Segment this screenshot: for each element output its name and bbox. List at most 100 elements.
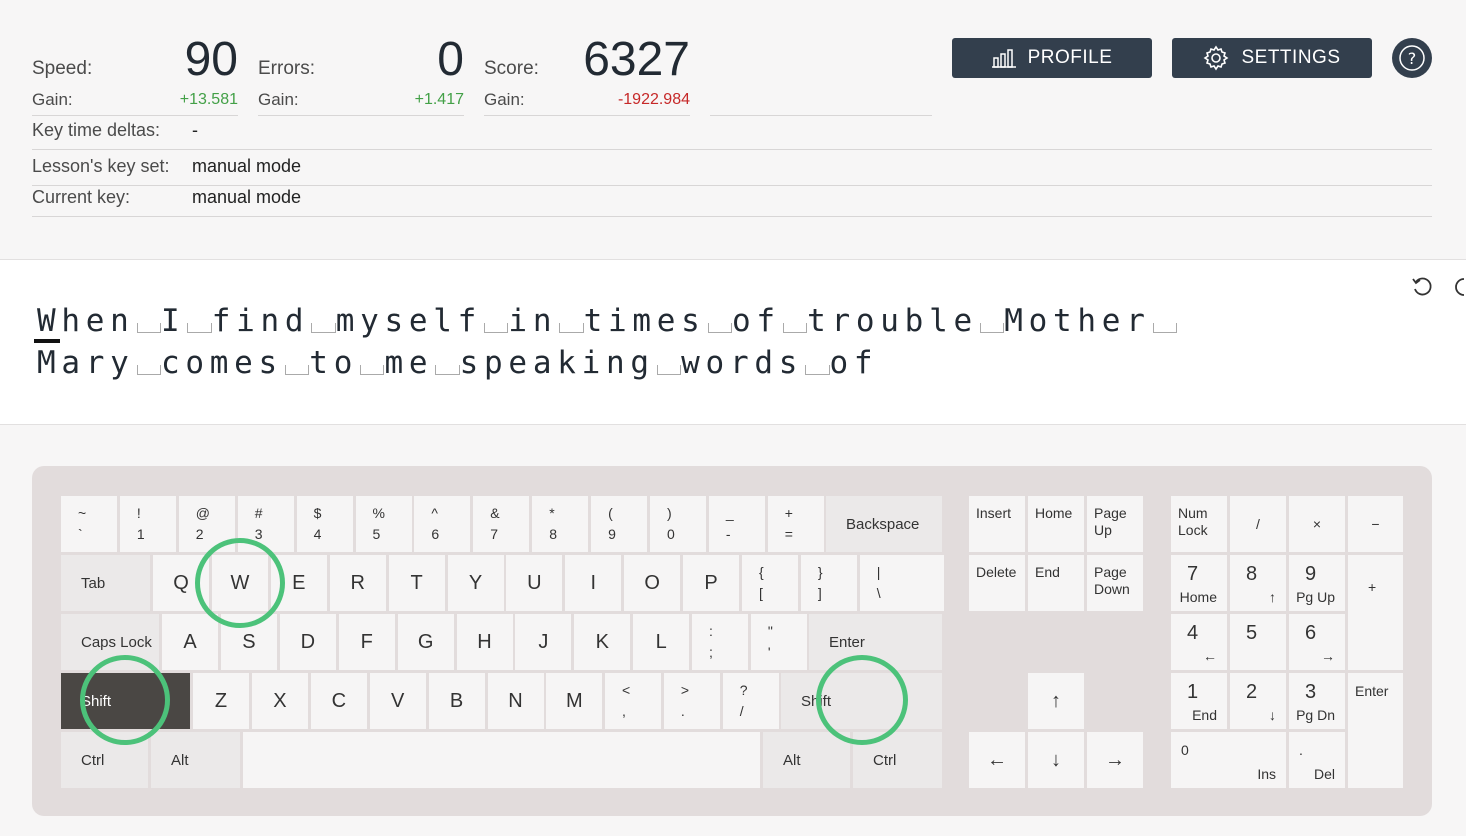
- key-enter[interactable]: Enter: [809, 614, 942, 670]
- key-'[interactable]: " ': [750, 614, 807, 670]
- key-5[interactable]: % 5: [355, 496, 412, 552]
- key-9[interactable]: (9: [591, 496, 648, 552]
- circle-icon[interactable]: [1452, 276, 1466, 298]
- key-r[interactable]: R: [329, 555, 386, 611]
- key-tab[interactable]: Tab: [61, 555, 150, 611]
- key-k[interactable]: K: [574, 614, 631, 670]
- key-home[interactable]: Home: [1028, 496, 1084, 552]
- key-arrow-left[interactable]: ←: [969, 732, 1025, 788]
- key-0[interactable]: ) 0: [650, 496, 706, 552]
- key-h[interactable]: H: [456, 614, 513, 670]
- key-num-7[interactable]: 7 Home: [1171, 555, 1227, 611]
- key-m[interactable]: M: [546, 673, 603, 729]
- key-right-ctrl[interactable]: Ctrl: [853, 732, 942, 788]
- key-num-2[interactable]: 2 ↓: [1230, 673, 1286, 729]
- key-w[interactable]: W: [211, 555, 268, 611]
- key-/[interactable]: ? /: [722, 673, 779, 729]
- key-,[interactable]: <,: [605, 673, 661, 729]
- key-p[interactable]: P: [683, 555, 740, 611]
- key-q[interactable]: Q: [153, 555, 209, 611]
- key-1[interactable]: ! 1: [119, 496, 176, 552]
- key-[[interactable]: {[: [742, 555, 798, 611]
- key-d[interactable]: D: [279, 614, 336, 670]
- key-num-enter[interactable]: Enter: [1348, 673, 1403, 788]
- key-num-5[interactable]: 5: [1230, 614, 1286, 670]
- space-marker: [782, 323, 808, 333]
- text-char: e: [85, 303, 105, 339]
- space-marker: [656, 365, 682, 375]
- key-e[interactable]: E: [270, 555, 327, 611]
- key-v[interactable]: V: [369, 673, 426, 729]
- key-j[interactable]: J: [515, 614, 572, 670]
- help-button[interactable]: ?: [1392, 38, 1432, 78]
- key-num-plus[interactable]: +: [1348, 555, 1403, 670]
- key-c[interactable]: C: [310, 673, 367, 729]
- key-x[interactable]: X: [251, 673, 308, 729]
- key-num-dot[interactable]: . Del: [1289, 732, 1345, 788]
- key-insert[interactable]: Insert: [969, 496, 1025, 552]
- key-num-multiply[interactable]: ×: [1289, 496, 1345, 552]
- key-i[interactable]: I: [565, 555, 622, 611]
- key-right-alt[interactable]: Alt: [763, 732, 850, 788]
- key-left-alt[interactable]: Alt: [151, 732, 240, 788]
- key-o[interactable]: O: [624, 555, 681, 611]
- key-arrow-down[interactable]: ↓: [1028, 732, 1084, 788]
- key-z[interactable]: Z: [193, 673, 249, 729]
- key-y[interactable]: Y: [447, 555, 504, 611]
- key-4[interactable]: $4: [296, 496, 353, 552]
- key-n[interactable]: N: [487, 673, 544, 729]
- key-f[interactable]: F: [338, 614, 395, 670]
- key-num-6[interactable]: 6 →: [1289, 614, 1345, 670]
- key-num-0[interactable]: 0 Ins: [1171, 732, 1286, 788]
- key-caps-lock[interactable]: Caps Lock: [61, 614, 159, 670]
- key-`[interactable]: ~ `: [61, 496, 117, 552]
- key-left-shift[interactable]: Shift: [61, 673, 190, 729]
- key-num-3[interactable]: 3 Pg Dn: [1289, 673, 1345, 729]
- key-num-8[interactable]: 8 ↑: [1230, 555, 1286, 611]
- key-arrow-up[interactable]: ↑: [1028, 673, 1084, 729]
- key-delete[interactable]: Delete: [969, 555, 1025, 611]
- profile-button[interactable]: PROFILE: [952, 38, 1152, 78]
- key-.[interactable]: >.: [663, 673, 720, 729]
- key-num-divide[interactable]: /: [1230, 496, 1286, 552]
- key-page-down[interactable]: Page Down: [1087, 555, 1143, 611]
- key-8[interactable]: * 8: [532, 496, 589, 552]
- key-page-up[interactable]: Page Up: [1087, 496, 1143, 552]
- key-7[interactable]: & 7: [473, 496, 530, 552]
- key-arrow-right[interactable]: →: [1087, 732, 1143, 788]
- key-=[interactable]: + =: [767, 496, 824, 552]
- key-a[interactable]: A: [162, 614, 218, 670]
- key-space[interactable]: [243, 732, 760, 788]
- key-num-1[interactable]: 1 End: [1171, 673, 1227, 729]
- key-2[interactable]: @2: [178, 496, 235, 552]
- text-char: k: [557, 345, 576, 381]
- key-left-ctrl[interactable]: Ctrl: [61, 732, 148, 788]
- key-num-4[interactable]: 4 ←: [1171, 614, 1227, 670]
- key-g[interactable]: G: [397, 614, 454, 670]
- key-num-minus[interactable]: −: [1348, 496, 1403, 552]
- key-right-shift[interactable]: Shift: [781, 673, 942, 729]
- key-b[interactable]: B: [428, 673, 485, 729]
- key-u[interactable]: U: [506, 555, 563, 611]
- typing-text-panel[interactable]: [0, 259, 1466, 425]
- key-l[interactable]: L: [633, 614, 690, 670]
- key-end[interactable]: End: [1028, 555, 1084, 611]
- key-t[interactable]: T: [388, 555, 445, 611]
- key-s[interactable]: S: [220, 614, 277, 670]
- speed-value: 90: [184, 33, 238, 86]
- key-][interactable]: }]: [800, 555, 857, 611]
- text-char: h: [61, 303, 81, 339]
- space-marker: [707, 323, 732, 333]
- key-3[interactable]: #3: [237, 496, 294, 552]
- key-6[interactable]: ^ 6: [414, 496, 471, 552]
- key--[interactable]: _ -: [708, 496, 765, 552]
- key-;[interactable]: :;: [692, 614, 748, 670]
- key-num-lock[interactable]: Num Lock: [1171, 496, 1227, 552]
- space-marker: [979, 323, 1005, 333]
- key-\[interactable]: | \: [859, 555, 944, 611]
- key-num-9[interactable]: 9 Pg Up: [1289, 555, 1345, 611]
- text-char: o: [1028, 303, 1048, 339]
- reset-icon[interactable]: [1411, 276, 1433, 298]
- settings-button[interactable]: SETTINGS: [1172, 38, 1372, 78]
- key-backspace[interactable]: Backspace: [826, 496, 942, 552]
